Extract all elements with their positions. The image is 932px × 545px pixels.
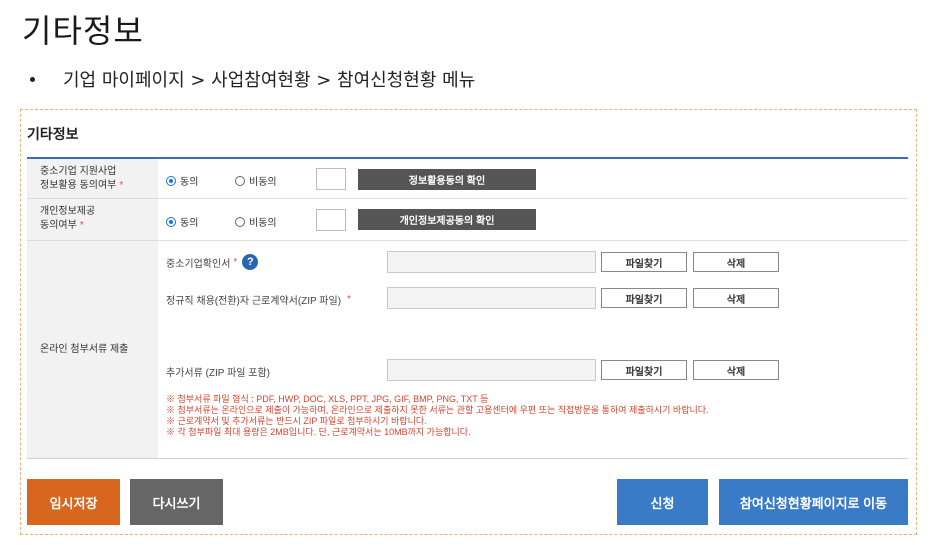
rewrite-button[interactable]: 다시쓰기 <box>130 479 223 525</box>
consent-row-label: 개인정보제공 동의여부 * <box>27 199 158 240</box>
page-title: 기타정보 <box>22 12 144 50</box>
bullet-icon <box>30 76 35 82</box>
privacy-consent-button[interactable]: 개인정보제공동의 확인 <box>358 209 536 230</box>
radio-label: 동의 <box>180 177 199 188</box>
radio-selected-icon <box>166 216 176 227</box>
required-mark: * <box>347 294 351 305</box>
consent-row-privacy: 개인정보제공 동의여부 * 동의 비동의 개인정보제공동의 확인 <box>27 199 908 241</box>
radio-disagree-info[interactable]: 비동의 <box>235 173 277 188</box>
notice-line: ※ 첨부서류는 온라인으로 제출이 가능하며, 온라인으로 제출하지 못한 서류… <box>166 405 709 415</box>
attachments-label: 온라인 첨부서류 제출 <box>27 241 158 458</box>
consent-status-box <box>316 168 346 190</box>
section-title: 기타정보 <box>27 126 79 142</box>
help-icon[interactable]: ? <box>242 254 259 270</box>
file-input-sme-cert[interactable] <box>387 251 596 273</box>
label-line2: 정보활용 동의여부 * <box>40 179 158 193</box>
file-name: 정규직 채용(전환)자 근로계약서(ZIP 파일) <box>166 296 342 307</box>
find-file-button[interactable]: 파일찾기 <box>601 288 687 308</box>
file-name: 중소기업확인서 <box>166 258 231 270</box>
file-label-additional: 추가서류 (ZIP 파일 포함) <box>166 364 270 379</box>
file-label-contract: 정규직 채용(전환)자 근로계약서(ZIP 파일) * <box>166 292 351 307</box>
go-status-page-button[interactable]: 참여신청현황페이지로 이동 <box>719 479 908 525</box>
file-input-contract[interactable] <box>387 287 596 309</box>
notice-line: ※ 각 첨부파일 최대 용량은 2MB입니다. 단, 근로계약서는 10MB까지… <box>166 427 471 437</box>
find-file-button[interactable]: 파일찾기 <box>601 252 687 272</box>
label-line1: 중소기업 지원사업 <box>40 166 117 177</box>
temp-save-button[interactable]: 임시저장 <box>27 479 120 525</box>
radio-label: 동의 <box>180 218 199 229</box>
delete-file-button[interactable]: 삭제 <box>693 360 779 380</box>
consent-row-label: 중소기업 지원사업 정보활용 동의여부 * <box>27 159 158 198</box>
notice-line: ※ 근로계약서 및 추가서류는 반드시 ZIP 파일로 첨부하시기 바랍니다. <box>166 416 427 426</box>
label-line1: 개인정보제공 <box>40 206 96 217</box>
required-mark: * <box>119 180 124 191</box>
apply-button[interactable]: 신청 <box>617 479 708 525</box>
file-name: 추가서류 (ZIP 파일 포함) <box>166 368 270 379</box>
delete-file-button[interactable]: 삭제 <box>693 288 779 308</box>
notice-line: ※ 첨부서류 파일 형식 : PDF, HWP, DOC, XLS, PPT, … <box>166 394 489 404</box>
radio-unselected-icon <box>235 175 245 186</box>
find-file-button[interactable]: 파일찾기 <box>601 360 687 380</box>
label-line2-text: 동의여부 <box>40 220 77 231</box>
label-line2-text: 정보활용 동의여부 <box>40 180 117 191</box>
file-input-additional[interactable] <box>387 359 596 381</box>
info-usage-consent-button[interactable]: 정보활용동의 확인 <box>358 169 536 190</box>
radio-agree-info[interactable]: 동의 <box>166 173 198 188</box>
form-bottom-divider <box>27 458 908 459</box>
radio-label: 비동의 <box>249 177 277 188</box>
breadcrumb-text: 기업 마이페이지 > 사업참여현황 > 참여신청현황 메뉴 <box>63 70 476 91</box>
radio-disagree-privacy[interactable]: 비동의 <box>235 214 277 229</box>
required-mark: * <box>233 256 238 268</box>
consent-status-box <box>316 209 346 231</box>
radio-selected-icon <box>166 175 176 186</box>
radio-label: 비동의 <box>249 218 277 229</box>
required-mark: * <box>79 220 84 231</box>
label-line2: 동의여부 * <box>40 219 158 233</box>
delete-file-button[interactable]: 삭제 <box>693 252 779 272</box>
radio-unselected-icon <box>235 216 245 227</box>
radio-agree-privacy[interactable]: 동의 <box>166 214 198 229</box>
attachment-notices: ※ 첨부서류 파일 형식 : PDF, HWP, DOC, XLS, PPT, … <box>166 394 709 438</box>
breadcrumb: 기업 마이페이지 > 사업참여현황 > 참여신청현황 메뉴 <box>30 66 475 92</box>
file-label-sme-cert: 중소기업확인서 * ? <box>166 254 259 270</box>
consent-row-info-usage: 중소기업 지원사업 정보활용 동의여부 * 동의 비동의 정보활용동의 확인 <box>27 159 908 199</box>
